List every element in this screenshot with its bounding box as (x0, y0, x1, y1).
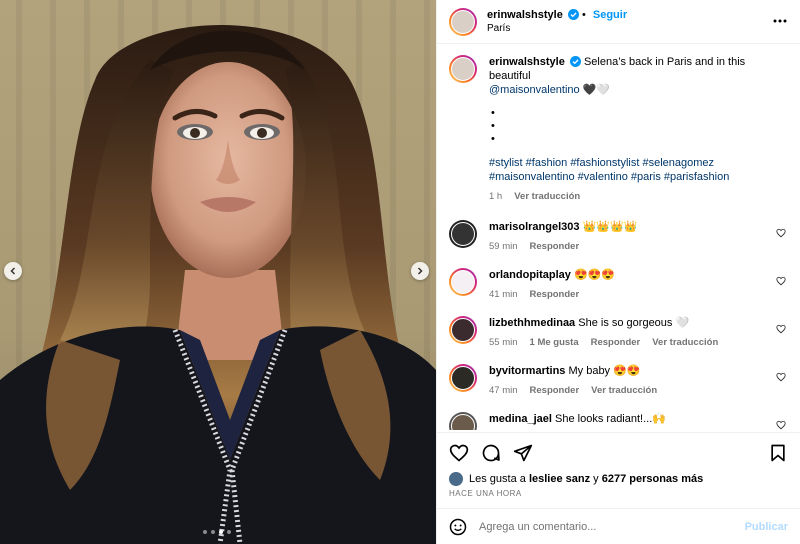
liker-avatar[interactable] (449, 472, 463, 486)
comment: lizbethhmedinaa She is so gorgeous 🤍 55 … (449, 316, 788, 364)
comment-time: 55 min (489, 337, 518, 348)
hashtags[interactable]: #maisonvalentino #valentino #paris #pari… (489, 171, 729, 183)
comment-time: 47 min (489, 385, 518, 396)
emoji-icon[interactable] (449, 518, 467, 536)
verified-badge-icon (569, 56, 581, 67)
comment: medina_jael She looks radiant!...🙌 (449, 412, 788, 430)
author-avatar[interactable] (449, 7, 477, 36)
publish-button[interactable]: Publicar (745, 521, 788, 533)
caption-emoji: 🖤🤍 (582, 84, 611, 96)
like-comment-heart-icon[interactable] (776, 228, 786, 238)
caption-time: 1 h (489, 191, 503, 202)
previous-slide-button[interactable] (4, 262, 22, 280)
bookmark-icon (771, 444, 785, 461)
see-translation-link[interactable]: Ver traducción (514, 190, 580, 204)
caption: erinwalshstyle Selena’s back in Paris an… (449, 55, 788, 204)
like-button[interactable] (449, 443, 469, 463)
paper-plane-icon (513, 444, 533, 461)
commenter-avatar[interactable] (449, 220, 477, 248)
commenter-avatar[interactable] (449, 268, 477, 296)
post-header: erinwalshstyle • Seguir París (437, 0, 800, 44)
commenter-username[interactable]: marisolrangel303 (489, 221, 580, 233)
comment-text: 😍😍😍 (573, 269, 616, 281)
commenter-avatar[interactable] (449, 316, 477, 344)
next-slide-button[interactable] (411, 262, 429, 280)
commenter-avatar[interactable] (449, 412, 477, 430)
portrait-image (0, 25, 436, 544)
comment-text: 👑👑👑👑 (582, 221, 638, 233)
see-translation-link[interactable]: Ver traducción (652, 336, 718, 350)
more-options-icon[interactable] (772, 13, 788, 29)
likes-count[interactable]: 6277 personas más (602, 473, 704, 485)
likes-summary: Les gusta a lesliee sanz y 6277 personas… (449, 472, 788, 486)
carousel-dot (227, 530, 231, 534)
share-button[interactable] (513, 443, 533, 463)
heart-icon (449, 444, 469, 462)
comment: marisolrangel303 👑👑👑👑 59 min Responder (449, 220, 788, 268)
chevron-right-icon (417, 267, 423, 275)
commenter-avatar[interactable] (449, 364, 477, 392)
chevron-left-icon (10, 267, 16, 275)
caption-bullets: • • • (491, 107, 495, 145)
comment-text: She looks radiant!...🙌 (555, 413, 666, 425)
carousel-dot (211, 530, 215, 534)
reply-button[interactable]: Responder (530, 288, 580, 302)
like-comment-heart-icon[interactable] (776, 372, 786, 382)
post-photo (0, 0, 436, 544)
carousel-dot (203, 530, 207, 534)
carousel-indicator (203, 530, 231, 534)
comment-time: 41 min (489, 289, 518, 300)
comment-bubble-icon (482, 444, 500, 461)
commenter-username[interactable]: medina_jael (489, 413, 552, 425)
mention-link[interactable]: @maisonvalentino (489, 84, 580, 96)
post-timestamp: HACE UNA HORA (449, 489, 522, 498)
comment-button[interactable] (481, 443, 501, 463)
hashtags[interactable]: #stylist #fashion #fashionstylist #selen… (489, 157, 714, 169)
comment-text: She is so gorgeous 🤍 (578, 317, 690, 329)
comment-input[interactable] (479, 520, 745, 533)
reply-button[interactable]: Responder (591, 336, 641, 350)
verified-badge-icon (567, 8, 579, 20)
post-location[interactable]: París (487, 22, 627, 36)
see-translation-link[interactable]: Ver traducción (591, 384, 657, 398)
add-comment-bar: Publicar (437, 508, 800, 544)
author-avatar[interactable] (449, 55, 477, 83)
comments-list[interactable]: erinwalshstyle Selena’s back in Paris an… (437, 45, 800, 430)
comment-like-count[interactable]: 1 Me gusta (530, 336, 579, 350)
liker-username[interactable]: lesliee sanz (529, 473, 590, 485)
likes-prefix: Les gusta a (469, 473, 526, 485)
like-comment-heart-icon[interactable] (776, 276, 786, 286)
like-comment-heart-icon[interactable] (776, 324, 786, 334)
commenter-username[interactable]: lizbethhmedinaa (489, 317, 575, 329)
comment-text: My baby 😍😍 (568, 365, 641, 377)
author-username[interactable]: erinwalshstyle (487, 9, 563, 21)
reply-button[interactable]: Responder (530, 240, 580, 254)
likes-conj: y (593, 473, 599, 485)
comment-time: 59 min (489, 241, 518, 252)
like-comment-heart-icon[interactable] (776, 420, 786, 430)
commenter-username[interactable]: byvitormartins (489, 365, 565, 377)
post-sidebar: erinwalshstyle • Seguir París erinwalshs… (436, 0, 800, 544)
reply-button[interactable]: Responder (530, 384, 580, 398)
carousel-dot-active (219, 530, 223, 534)
caption-username[interactable]: erinwalshstyle (489, 56, 565, 68)
comment: byvitormartins My baby 😍😍 47 min Respond… (449, 364, 788, 412)
comment: orlandopitaplay 😍😍😍 41 min Responder (449, 268, 788, 316)
post-actions (437, 432, 800, 472)
follow-button[interactable]: Seguir (593, 9, 627, 21)
save-button[interactable] (768, 443, 788, 463)
commenter-username[interactable]: orlandopitaplay (489, 269, 571, 281)
